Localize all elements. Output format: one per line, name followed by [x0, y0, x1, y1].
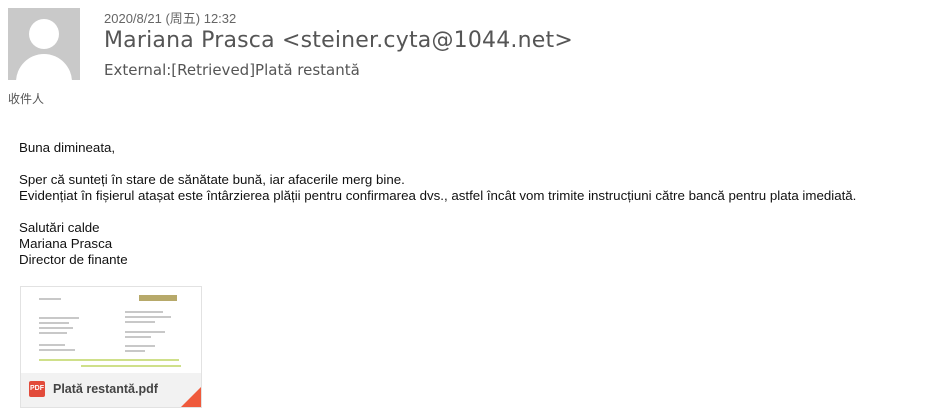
- attachment-corner-fold: [181, 387, 201, 407]
- preview-text-line: [39, 332, 67, 334]
- attachment-file-name[interactable]: Plată restantă.pdf: [53, 382, 158, 396]
- preview-highlight-line: [39, 359, 179, 361]
- preview-text-line: [39, 344, 65, 346]
- preview-text-line: [125, 311, 163, 313]
- avatar-head-shape: [29, 19, 59, 49]
- preview-logo: [139, 295, 177, 301]
- preview-text-line: [39, 298, 61, 300]
- attachment-preview[interactable]: [21, 287, 201, 371]
- preview-text-line: [39, 349, 75, 351]
- body-signature-name: Mariana Prasca: [19, 236, 113, 251]
- preview-text-line: [125, 316, 171, 318]
- body-line-1: Sper că sunteți în stare de sănătate bun…: [19, 172, 405, 187]
- preview-text-line: [125, 321, 155, 323]
- preview-text-line: [39, 317, 79, 319]
- preview-text-line: [39, 322, 69, 324]
- preview-text-line: [125, 350, 145, 352]
- preview-text-line: [39, 327, 73, 329]
- attachment-file-bar[interactable]: PDF Plată restantă.pdf: [21, 373, 201, 407]
- attachment-card[interactable]: PDF Plată restantă.pdf: [20, 286, 202, 408]
- body-closing: Salutări calde: [19, 220, 100, 235]
- pdf-icon: PDF: [29, 381, 45, 397]
- body-greeting: Buna dimineata,: [19, 140, 116, 155]
- preview-text-line: [125, 345, 155, 347]
- preview-text-line: [125, 336, 151, 338]
- email-subject: External:[Retrieved]Plată restantă: [104, 61, 360, 79]
- sender-avatar[interactable]: [8, 8, 80, 80]
- preview-text-line: [125, 331, 165, 333]
- email-sender[interactable]: Mariana Prasca <steiner.cyta@1044.net>: [104, 28, 573, 53]
- email-body: Buna dimineata, Sper că sunteți în stare…: [19, 140, 856, 268]
- preview-highlight-line: [81, 365, 181, 367]
- email-timestamp: 2020/8/21 (周五) 12:32: [104, 11, 237, 26]
- recipient-label[interactable]: 收件人: [8, 90, 44, 107]
- avatar-body-shape: [16, 54, 72, 80]
- body-signature-title: Director de finante: [19, 252, 128, 267]
- body-line-2: Evidențiat în fișierul atașat este întâr…: [19, 188, 857, 203]
